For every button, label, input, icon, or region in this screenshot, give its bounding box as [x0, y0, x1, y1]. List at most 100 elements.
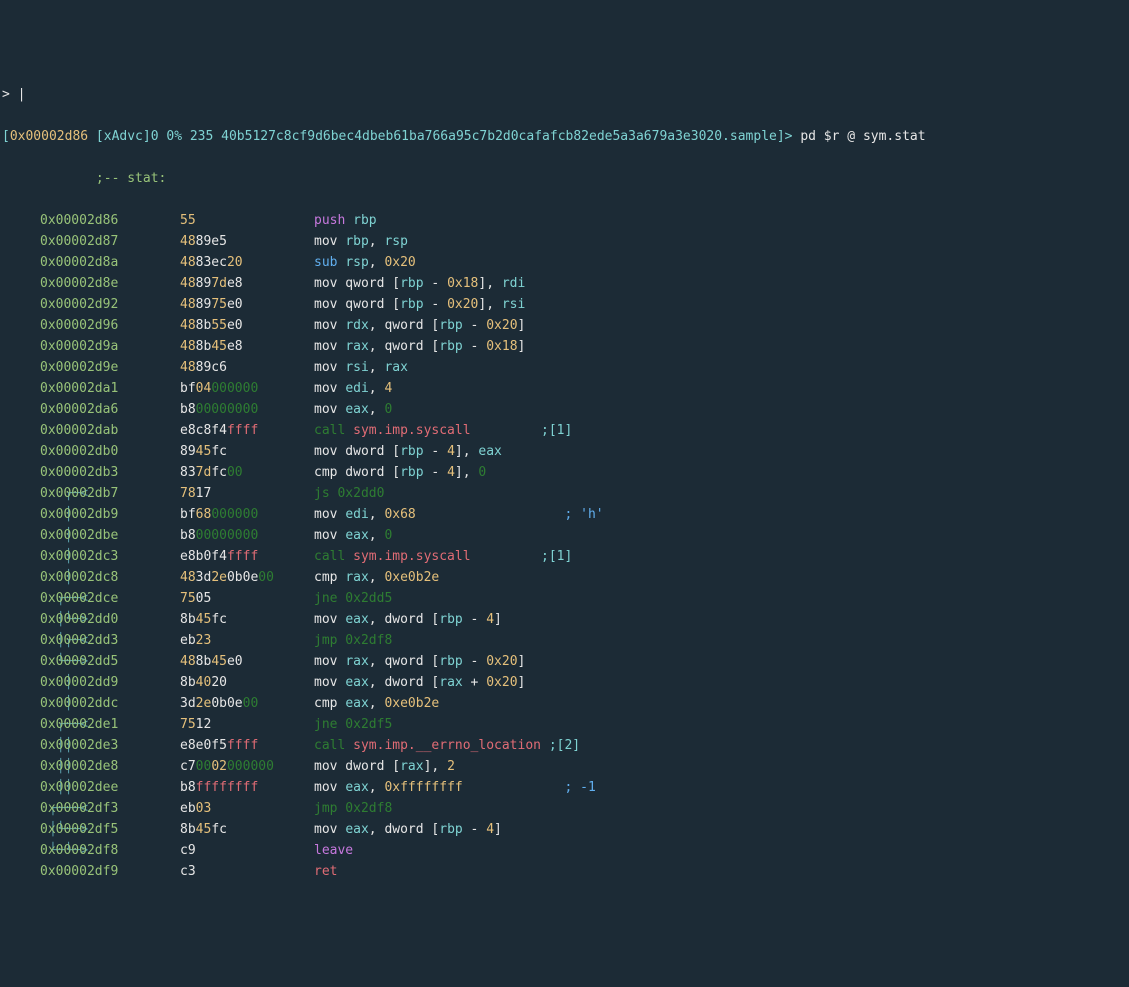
cfg-arrow — [2, 315, 40, 336]
cfg-arrow: └─└─> — [2, 840, 40, 861]
asm-line: 0x00002d9a488b45e8mov rax, qword [rbp - … — [0, 336, 1129, 357]
instruction: call sym.imp.__errno_location ;[2] — [314, 735, 580, 756]
cfg-arrow: │└──> — [2, 819, 40, 840]
cfg-arrow — [2, 378, 40, 399]
instruction: mov rax, qword [rbp - 0x20] — [314, 651, 525, 672]
opcode-bytes: 488b45e0 — [180, 651, 314, 672]
asm-line: 0x00002d9e4889c6mov rsi, rax — [0, 357, 1129, 378]
instruction: jmp 0x2df8 — [314, 798, 392, 819]
address: 0x00002dbe — [40, 525, 180, 546]
instruction: push rbp — [314, 210, 377, 231]
opcode-bytes: 7817 — [180, 483, 314, 504]
address: 0x00002da6 — [40, 399, 180, 420]
asm-line: │└─> 0x00002dd08b45fcmov eax, dword [rbp… — [0, 609, 1129, 630]
asm-line: │ 0x00002db9bf68000000mov edi, 0x68 ; 'h… — [0, 504, 1129, 525]
instruction: mov rdx, qword [rbp - 0x20] — [314, 315, 525, 336]
asm-line: ┌───< 0x00002df3eb03jmp 0x2df8 — [0, 798, 1129, 819]
instruction: mov eax, dword [rbp - 4] — [314, 819, 502, 840]
asm-line: 0x00002db08945fcmov dword [rbp - 4], eax — [0, 441, 1129, 462]
instruction: mov eax, 0xffffffff ; -1 — [314, 777, 596, 798]
opcode-bytes: 8b45fc — [180, 819, 314, 840]
opcode-bytes: 837dfc00 — [180, 462, 314, 483]
asm-line: 0x00002d92488975e0mov qword [rbp - 0x20]… — [0, 294, 1129, 315]
address: 0x00002db9 — [40, 504, 180, 525]
address: 0x00002d8e — [40, 273, 180, 294]
asm-line: └──> 0x00002dd5488b45e0mov rax, qword [r… — [0, 651, 1129, 672]
address: 0x00002d87 — [40, 231, 180, 252]
cfg-arrow — [2, 861, 40, 882]
asm-line: ┌──< 0x00002de17512jne 0x2df5 — [0, 714, 1129, 735]
opcode-bytes: 48897de8 — [180, 273, 314, 294]
address: 0x00002dce — [40, 588, 180, 609]
cfg-arrow — [2, 231, 40, 252]
instruction: mov edi, 4 — [314, 378, 392, 399]
instruction: mov rsi, rax — [314, 357, 408, 378]
asm-line: 0x00002da1bf04000000mov edi, 4 — [0, 378, 1129, 399]
instruction: mov rbp, rsp — [314, 231, 408, 252]
cfg-arrow: │└─> — [2, 609, 40, 630]
address: 0x00002df8 — [40, 840, 180, 861]
opcode-bytes: c3 — [180, 861, 314, 882]
asm-line: │ 0x00002dc3e8b0f4ffffcall sym.imp.sysca… — [0, 546, 1129, 567]
asm-line: 0x00002d8a4883ec20sub rsp, 0x20 — [0, 252, 1129, 273]
opcode-bytes: eb03 — [180, 798, 314, 819]
cfg-arrow: │┌─< — [2, 630, 40, 651]
opcode-bytes: e8c8f4ffff — [180, 420, 314, 441]
opcode-bytes: 8b4020 — [180, 672, 314, 693]
instruction: cmp eax, 0xe0b2e — [314, 693, 439, 714]
prompt-command: pd $r @ sym.stat — [800, 129, 925, 144]
address: 0x00002de8 — [40, 756, 180, 777]
asm-line: 0x00002da6b800000000mov eax, 0 — [0, 399, 1129, 420]
cfg-arrow: │ — [2, 504, 40, 525]
asm-line: │ 0x00002dd98b4020mov eax, dword [rax + … — [0, 672, 1129, 693]
instruction: call sym.imp.syscall ;[1] — [314, 546, 572, 567]
prompt-address: 0x00002d86 — [10, 129, 96, 144]
cfg-arrow — [2, 336, 40, 357]
cfg-arrow — [2, 252, 40, 273]
asm-line: 0x00002df9c3ret — [0, 861, 1129, 882]
address: 0x00002dab — [40, 420, 180, 441]
instruction: mov dword [rax], 2 — [314, 756, 455, 777]
cfg-arrow: │ — [2, 525, 40, 546]
opcode-bytes: bf04000000 — [180, 378, 314, 399]
opcode-bytes: b800000000 — [180, 525, 314, 546]
instruction: cmp rax, 0xe0b2e — [314, 567, 439, 588]
asm-line: ┌──< 0x00002dce7505jne 0x2dd5 — [0, 588, 1129, 609]
opcode-bytes: 488975e0 — [180, 294, 314, 315]
instruction: ret — [314, 861, 337, 882]
asm-line: 0x00002db3837dfc00cmp dword [rbp - 4], 0 — [0, 462, 1129, 483]
address: 0x00002d92 — [40, 294, 180, 315]
opcode-bytes: 8945fc — [180, 441, 314, 462]
cfg-arrow: ┌──< — [2, 588, 40, 609]
address: 0x00002db3 — [40, 462, 180, 483]
prompt-status: [xAdvc]0 0% 235 40b5127c8cf9d6bec4dbeb61… — [96, 129, 777, 144]
asm-line: 0x00002d874889e5mov rbp, rsp — [0, 231, 1129, 252]
asm-line: │┌─< 0x00002dd3eb23jmp 0x2df8 — [0, 630, 1129, 651]
instruction: mov eax, 0 — [314, 525, 392, 546]
asm-line: 0x00002d96488b55e0mov rdx, qword [rbp - … — [0, 315, 1129, 336]
prompt-bracket-close: ]> — [777, 129, 800, 144]
opcode-bytes: e8b0f4ffff — [180, 546, 314, 567]
opcode-bytes: eb23 — [180, 630, 314, 651]
opcode-bytes: 4889c6 — [180, 357, 314, 378]
prompt-line[interactable]: [0x00002d86 [xAdvc]0 0% 235 40b5127c8cf9… — [0, 126, 1129, 147]
asm-line: ││ 0x00002de3e8e0f5ffffcall sym.imp.__er… — [0, 735, 1129, 756]
instruction: jne 0x2df5 — [314, 714, 392, 735]
address: 0x00002db0 — [40, 441, 180, 462]
instruction: sub rsp, 0x20 — [314, 252, 416, 273]
instruction: mov dword [rbp - 4], eax — [314, 441, 502, 462]
opcode-bytes: b800000000 — [180, 399, 314, 420]
input-cursor-line[interactable]: > | — [0, 84, 1129, 105]
cfg-arrow: ┌──< — [2, 714, 40, 735]
asm-line: ││ 0x00002de8c70002000000mov dword [rax]… — [0, 756, 1129, 777]
address: 0x00002de3 — [40, 735, 180, 756]
address: 0x00002df5 — [40, 819, 180, 840]
address: 0x00002dd9 — [40, 672, 180, 693]
cfg-arrow — [2, 441, 40, 462]
cfg-arrow: │ — [2, 567, 40, 588]
address: 0x00002df3 — [40, 798, 180, 819]
opcode-bytes: 55 — [180, 210, 314, 231]
asm-line: │ 0x00002dbeb800000000mov eax, 0 — [0, 525, 1129, 546]
address: 0x00002dd5 — [40, 651, 180, 672]
opcode-bytes: e8e0f5ffff — [180, 735, 314, 756]
